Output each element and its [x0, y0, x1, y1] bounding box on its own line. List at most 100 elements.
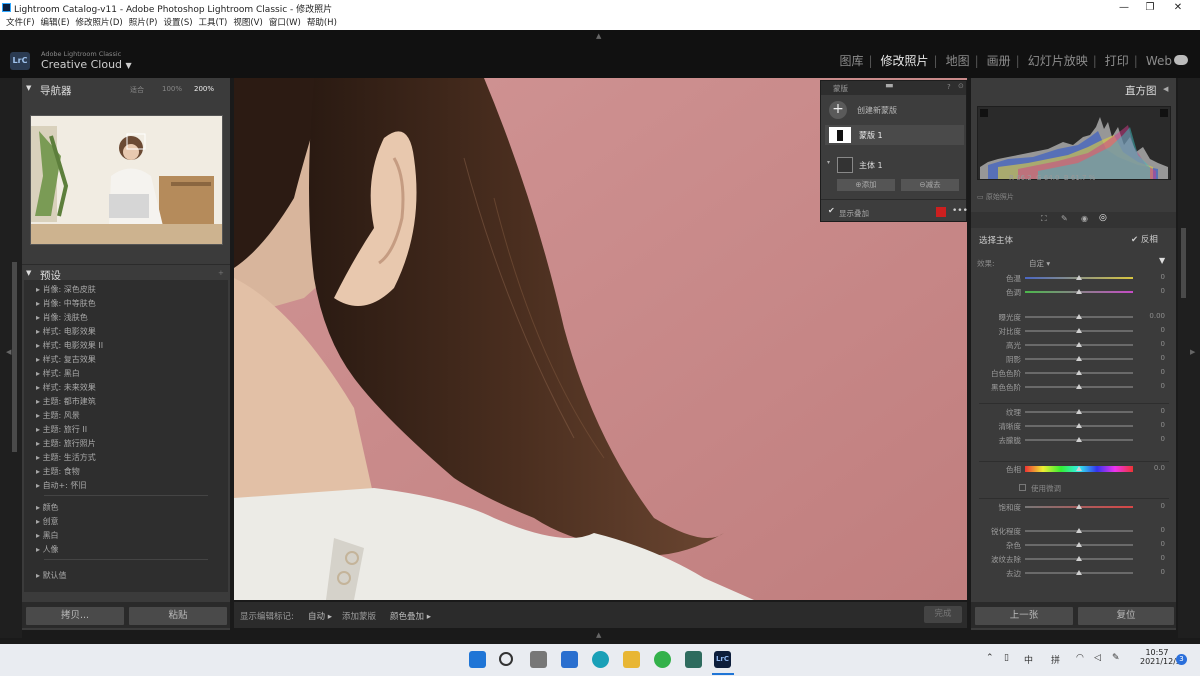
slider-thumb[interactable] [1076, 542, 1082, 547]
module-develop[interactable]: 修改照片 [881, 54, 929, 68]
create-new-mask-label[interactable]: 创建新蒙版 [857, 105, 897, 116]
close-panel-icon[interactable]: ⊙ [958, 82, 964, 90]
clock[interactable]: 10:57 2021/12/3 [1140, 648, 1181, 666]
highlight-clip-indicator[interactable] [1160, 109, 1168, 117]
preset-item[interactable]: ▸ 样式: 黑白 [36, 368, 80, 379]
slider-value[interactable]: 0.00 [1139, 312, 1165, 320]
slider-thumb[interactable] [1076, 570, 1082, 575]
preset-item[interactable]: ▸ 样式: 未来效果 [36, 382, 96, 393]
drag-handle-icon[interactable]: ▬ [885, 81, 894, 91]
add-preset-icon[interactable]: + [218, 269, 224, 277]
slider-value[interactable]: 0 [1139, 540, 1165, 548]
preset-item[interactable]: ▸ 主题: 生活方式 [36, 452, 96, 463]
slider-thumb[interactable] [1076, 384, 1082, 389]
wifi-icon[interactable]: ◠ [1076, 653, 1084, 663]
fine-adjust-checkbox[interactable] [1019, 484, 1026, 491]
shadow-clip-indicator[interactable] [980, 109, 988, 117]
ime-pinyin-indicator[interactable]: 拼 [1051, 653, 1060, 666]
zoom-100-option[interactable]: 100% [162, 85, 182, 93]
slider-thumb[interactable] [1076, 556, 1082, 561]
notification-badge[interactable]: 3 [1176, 654, 1187, 665]
app-icon-store[interactable] [685, 651, 702, 668]
preset-item[interactable]: ▸ 样式: 复古效果 [36, 354, 96, 365]
more-options-icon[interactable]: ••• [952, 206, 968, 216]
create-mask-plus-icon[interactable]: + [829, 101, 847, 119]
show-overlay-checkbox[interactable]: ✔ [828, 206, 835, 215]
subject-name[interactable]: 主体 1 [859, 160, 883, 171]
overlay-color-swatch[interactable] [936, 207, 946, 217]
histogram-header[interactable]: 直方图 ◀ [971, 80, 1176, 100]
module-map[interactable]: 地图 [946, 54, 970, 68]
preset-group[interactable]: ▸ 颜色 [36, 502, 59, 513]
zoom-200-option[interactable]: 200% [194, 85, 214, 93]
module-book[interactable]: 画册 [987, 54, 1011, 68]
crop-tool-icon[interactable]: ⛶ [1041, 214, 1047, 224]
previous-button[interactable]: 上一张 [974, 606, 1074, 626]
slider-value[interactable]: 0 [1139, 435, 1165, 443]
heal-tool-icon[interactable]: ✎ [1061, 214, 1068, 223]
module-print[interactable]: 打印 [1105, 54, 1129, 68]
navigator-header[interactable]: ▼ 导航器 适合 100% 200% [22, 80, 230, 100]
menu-photo[interactable]: 照片(P) [129, 16, 158, 30]
preset-item[interactable]: ▸ 自动+: 怀旧 [36, 480, 87, 491]
menu-tools[interactable]: 工具(T) [199, 16, 228, 30]
menu-help[interactable]: 帮助(H) [307, 16, 337, 30]
search-icon[interactable] [499, 652, 513, 666]
slider-thumb[interactable] [1076, 409, 1082, 414]
slider-value[interactable]: 0 [1139, 421, 1165, 429]
preset-group[interactable]: ▸ 人像 [36, 544, 59, 555]
slider-thumb[interactable] [1076, 356, 1082, 361]
slider-thumb[interactable] [1076, 275, 1082, 280]
copy-settings-button[interactable]: 拷贝... [25, 606, 125, 626]
menu-edit[interactable]: 编辑(E) [41, 16, 70, 30]
slider-value[interactable]: 0 [1139, 354, 1165, 362]
battery-icon[interactable]: ▯ [1004, 653, 1009, 663]
restore-button[interactable]: ❐ [1136, 1, 1164, 15]
slider-value[interactable]: 0 [1139, 326, 1165, 334]
widgets-icon[interactable] [561, 651, 578, 668]
expand-arrow-icon[interactable]: ▾ [827, 159, 830, 166]
file-explorer-icon[interactable] [623, 651, 640, 668]
slider-value[interactable]: 0 [1139, 568, 1165, 576]
slider-thumb[interactable] [1076, 423, 1082, 428]
slider-value[interactable]: 0 [1139, 407, 1165, 415]
collapse-bottom-arrow-icon[interactable]: ▲ [596, 631, 601, 639]
preset-item[interactable]: ▸ 主题: 风景 [36, 410, 80, 421]
preset-group[interactable]: ▸ 创意 [36, 516, 59, 527]
collapse-top-arrow-icon[interactable]: ▲ [596, 32, 601, 40]
cloud-sync-icon[interactable] [1174, 55, 1188, 65]
preset-item[interactable]: ▸ 主题: 都市建筑 [36, 396, 96, 407]
slider-value[interactable]: 0 [1139, 502, 1165, 510]
slider-thumb[interactable] [1076, 528, 1082, 533]
masking-tool-icon[interactable]: ◎ [1099, 213, 1107, 223]
mask-row[interactable]: 蒙版 1 [825, 125, 964, 145]
slider-value[interactable]: 0 [1139, 340, 1165, 348]
app-icon-green[interactable] [654, 651, 671, 668]
left-scrollbar[interactable] [12, 262, 17, 452]
paste-settings-button[interactable]: 粘贴 [128, 606, 228, 626]
module-library[interactable]: 图库 [839, 54, 863, 68]
collapse-right-arrow-icon[interactable]: ▶ [1190, 348, 1195, 356]
histogram-chart[interactable] [977, 106, 1171, 180]
zoom-fit-option[interactable]: 适合 [130, 85, 144, 95]
preset-group[interactable]: ▸ 黑白 [36, 530, 59, 541]
speaker-icon[interactable]: ◁ [1094, 653, 1101, 663]
slider-value[interactable]: 0 [1139, 526, 1165, 534]
slider-thumb[interactable] [1076, 314, 1082, 319]
preset-group-default[interactable]: ▸ 默认值 [36, 570, 67, 581]
tray-overflow-icon[interactable]: ⌃ [986, 653, 994, 663]
preset-item[interactable]: ▸ 肖像: 浅肤色 [36, 312, 88, 323]
preset-item[interactable]: ▸ 肖像: 深色皮肤 [36, 284, 96, 295]
start-icon[interactable] [469, 651, 486, 668]
effect-dropdown[interactable]: 自定 ▾ [1029, 258, 1050, 269]
overlay-mode-dropdown[interactable]: 颜色叠加 ▸ [390, 610, 431, 622]
module-web[interactable]: Web [1146, 54, 1172, 68]
help-icon[interactable]: ? [947, 83, 951, 91]
pen-icon[interactable]: ✎ [1112, 653, 1120, 663]
slider-thumb[interactable] [1076, 466, 1082, 471]
preset-item[interactable]: ▸ 主题: 食物 [36, 466, 80, 477]
preset-item[interactable]: ▸ 主题: 旅行 II [36, 424, 87, 435]
menu-settings[interactable]: 设置(S) [164, 16, 193, 30]
task-view-icon[interactable] [530, 651, 547, 668]
slider-thumb[interactable] [1076, 370, 1082, 375]
